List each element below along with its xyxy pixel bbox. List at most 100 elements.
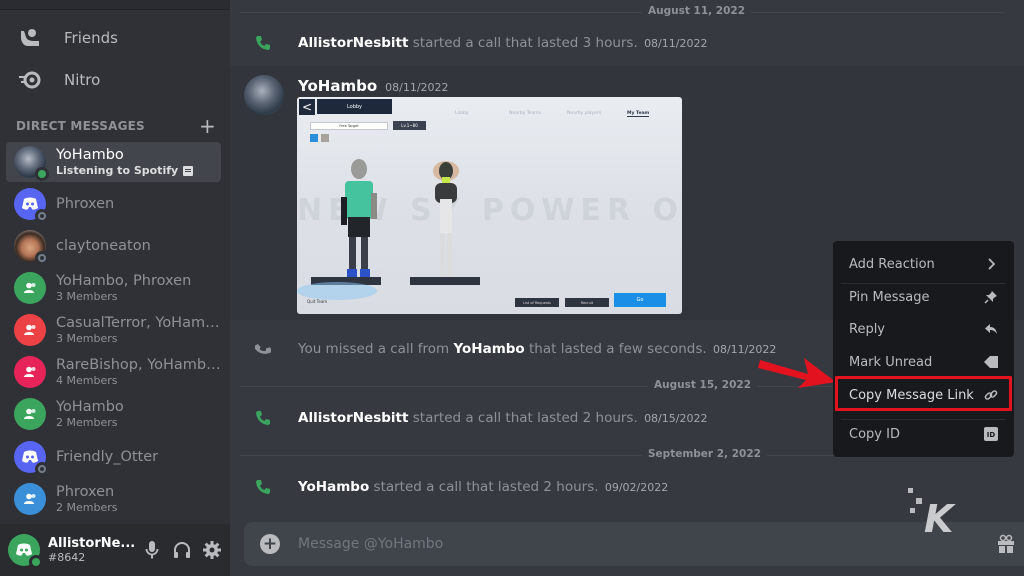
dm-activity: Listening to Spotify	[56, 164, 194, 177]
menu-item-mark-unread[interactable]: Mark Unread	[841, 347, 1006, 377]
call-description: started a call that lasted 2 hours.	[412, 410, 638, 426]
message-author[interactable]: YoHambo	[298, 77, 377, 95]
settings-gear-icon[interactable]	[200, 538, 224, 562]
menu-item-pin-message[interactable]: Pin Message	[841, 282, 1006, 312]
call-text: AllistorNesbitt started a call that last…	[298, 410, 707, 426]
svg-text:ID: ID	[987, 431, 996, 439]
group-icon	[14, 398, 46, 430]
call-description: that lasted a few seconds.	[529, 341, 707, 357]
menu-item-copy-id[interactable]: Copy ID ID	[841, 419, 1006, 449]
author-name[interactable]: YoHambo	[453, 341, 524, 357]
author-name[interactable]: AllistorNesbitt	[298, 410, 408, 426]
call-message[interactable]: AllistorNesbitt started a call that last…	[230, 32, 830, 54]
friends-icon	[18, 26, 42, 50]
menu-item-label: Reply	[849, 321, 886, 337]
member-count: 2 Members	[56, 416, 118, 429]
image-attachment[interactable]: < Lobby Lobby Nearby Teams Nearby player…	[297, 97, 682, 314]
group-icon	[14, 314, 46, 346]
game-character-1	[341, 159, 377, 277]
search-bar-edge[interactable]	[0, 0, 230, 10]
call-message[interactable]: AllistorNesbitt started a call that last…	[230, 407, 830, 429]
dm-item-phroxen[interactable]: Phroxen	[6, 184, 221, 224]
call-description: started a call that lasted 2 hours.	[373, 479, 599, 495]
author-name[interactable]: YoHambo	[298, 479, 369, 495]
menu-item-copy-message-link[interactable]: Copy Message Link	[841, 380, 1006, 410]
member-count: 3 Members	[56, 332, 118, 345]
game-nameplate	[410, 277, 480, 285]
game-icon	[310, 134, 318, 142]
missed-call-message[interactable]: You missed a call from YoHambo that last…	[230, 338, 830, 360]
nav-nitro-label: Nitro	[64, 71, 101, 89]
phone-icon	[256, 36, 270, 50]
nav-friends[interactable]: Friends	[8, 18, 222, 58]
dm-name: CasualTerror, YoHambo	[56, 315, 221, 331]
add-attachment-icon[interactable]: +	[260, 534, 280, 554]
rich-presence-icon	[183, 165, 194, 176]
offline-status-icon	[35, 251, 49, 265]
dm-item-group[interactable]: RareBishop, YoHambo... 4 Members	[6, 352, 221, 392]
game-go-button: Go	[614, 293, 666, 307]
message-header: YoHambo 08/11/2022	[298, 77, 449, 95]
reply-icon	[984, 322, 998, 336]
plus-icon[interactable]: +	[199, 116, 216, 136]
member-count: 4 Members	[56, 374, 118, 387]
microphone-icon[interactable]	[140, 538, 164, 562]
game-tab: Lobby	[455, 111, 469, 116]
date-divider-label: August 15, 2022	[648, 379, 757, 391]
discord-default-avatar	[14, 188, 49, 223]
mark-unread-icon	[984, 355, 998, 369]
dm-item-group[interactable]: YoHambo 2 Members	[6, 394, 221, 434]
link-icon	[984, 388, 998, 402]
dm-item-group[interactable]: CasualTerror, YoHambo 3 Members	[6, 310, 221, 350]
author-name[interactable]: AllistorNesbitt	[298, 35, 408, 51]
offline-status-icon	[35, 209, 49, 223]
watermark-logo: K	[908, 488, 956, 534]
menu-item-add-reaction[interactable]: Add Reaction	[841, 249, 1006, 279]
menu-item-label: Mark Unread	[849, 354, 933, 370]
dm-name: YoHambo, Phroxen	[56, 273, 192, 289]
message-input[interactable]	[298, 536, 898, 552]
date-divider: August 11, 2022	[240, 5, 1004, 17]
game-icon	[321, 134, 329, 142]
dm-name: claytoneaton	[56, 238, 151, 254]
date-divider-label: August 11, 2022	[642, 5, 751, 17]
own-avatar[interactable]	[8, 534, 43, 569]
nav-nitro[interactable]: Nitro	[8, 60, 222, 100]
dm-item-claytoneaton[interactable]: claytoneaton	[6, 226, 221, 266]
user-tag: #8642	[48, 551, 86, 564]
dm-item-friendly-otter[interactable]: Friendly_Otter	[6, 437, 221, 477]
game-tab: Nearby players	[567, 111, 602, 116]
online-status-icon	[29, 555, 43, 569]
discord-app: Friends Nitro DIRECT MESSAGES + YoHambo …	[0, 0, 1024, 576]
group-icon	[14, 483, 46, 515]
menu-item-label: Pin Message	[849, 289, 930, 305]
dm-name: Friendly_Otter	[56, 449, 159, 465]
menu-item-label: Add Reaction	[849, 256, 935, 272]
menu-item-reply[interactable]: Reply	[841, 314, 1006, 344]
message-context-menu: Add Reaction Pin Message Reply Mark Unre…	[833, 241, 1014, 457]
member-count: 2 Members	[56, 501, 118, 514]
headphones-icon[interactable]	[170, 538, 194, 562]
gift-icon[interactable]	[996, 534, 1016, 554]
menu-item-label: Copy Message Link	[849, 387, 974, 403]
call-text: AllistorNesbitt started a call that last…	[298, 35, 707, 51]
game-target-field: Free Target	[310, 122, 388, 130]
timestamp: 09/02/2022	[604, 481, 669, 494]
message-avatar[interactable]	[244, 75, 284, 115]
call-description: started a call that lasted 3 hours.	[412, 35, 638, 51]
direct-messages-header: DIRECT MESSAGES +	[16, 116, 216, 136]
dm-item-group[interactable]: Phroxen 2 Members	[6, 479, 221, 519]
game-tab: Nearby Teams	[509, 111, 541, 116]
group-icon	[14, 356, 46, 388]
game-button: List of Requests	[515, 298, 559, 307]
dm-name: YoHambo	[56, 147, 124, 163]
call-message[interactable]: YoHambo started a call that lasted 2 hou…	[230, 476, 830, 498]
game-tab: My Team	[627, 111, 650, 117]
dm-item-yohambo[interactable]: YoHambo Listening to Spotify	[6, 142, 221, 182]
dm-item-group[interactable]: YoHambo, Phroxen 3 Members	[6, 268, 221, 308]
dm-sidebar: Friends Nitro DIRECT MESSAGES + YoHambo …	[0, 0, 230, 576]
watermark-text: K	[924, 497, 956, 534]
dm-name: Phroxen	[56, 196, 115, 212]
annotation-arrow-icon	[758, 358, 836, 388]
user-panel: AllistorNe... #8642	[0, 524, 230, 576]
